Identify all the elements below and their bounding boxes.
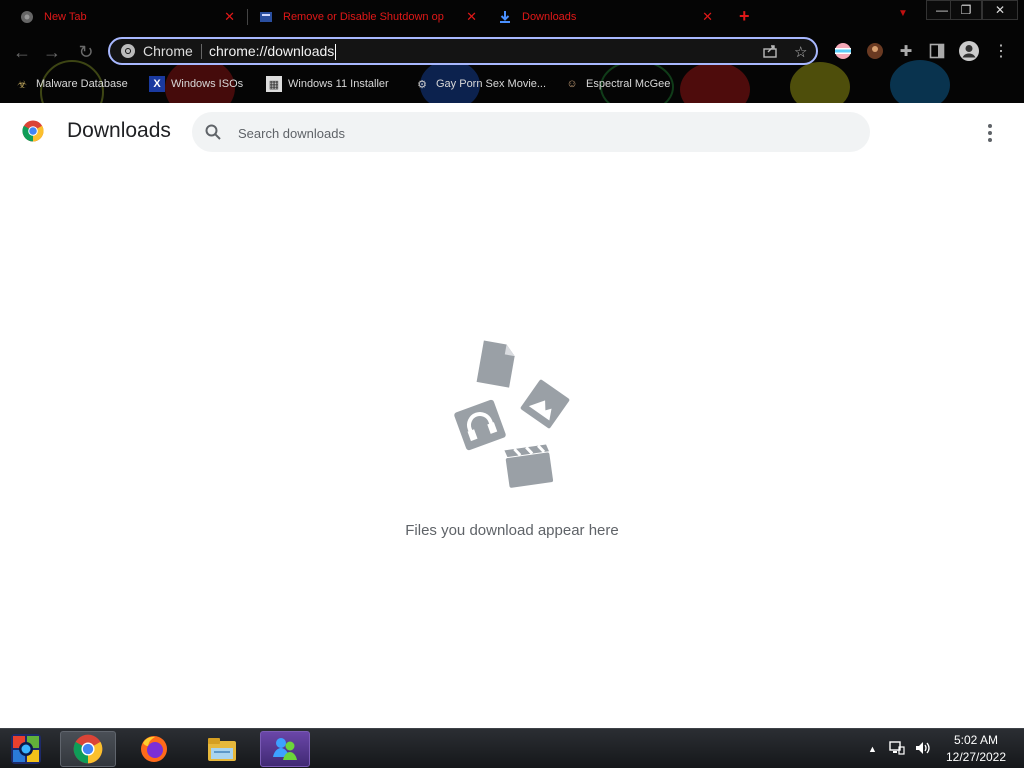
tab-remove-shutdown[interactable]: Remove or Disable Shutdown op ✕ [259,4,487,30]
close-window-button[interactable]: ✕ [982,0,1018,20]
bookmark-label: Malware Database [36,78,128,90]
close-tab-icon[interactable]: ✕ [702,9,713,25]
page-icon [259,10,273,24]
download-icon [498,10,512,24]
taskbar-firefox[interactable] [128,731,180,767]
tab-strip: New Tab ✕ Remove or Disable Shutdown op … [0,0,1024,34]
folder-icon [208,738,236,761]
clock-time: 5:02 AM [953,733,999,747]
menu-dot [988,138,992,142]
clock-date: 12/27/2022 [945,750,1007,764]
side-panel-icon[interactable] [926,40,948,62]
tab-title: Remove or Disable Shutdown op [283,11,444,23]
extensions-puzzle-icon[interactable]: ✚ [895,40,917,62]
bookmark-label: Espectral McGee [586,78,671,90]
bookmark-label: Windows 11 Installer [288,78,389,90]
malware-icon: ☣ [17,78,27,91]
downloads-page: Downloads Search downloads Files you dow… [0,103,1024,728]
tab-search-chevron-icon[interactable]: ▼ [898,8,908,19]
chrome-menu-icon[interactable]: ⋮ [990,40,1012,62]
tab-downloads[interactable]: Downloads ✕ [498,4,723,30]
chrome-logo-icon [73,734,103,764]
volume-icon[interactable] [915,741,931,758]
profile-flag-icon[interactable] [832,40,854,62]
search-input[interactable] [236,120,840,146]
text-caret [335,44,337,61]
show-hidden-icons-icon[interactable]: ▲ [868,744,877,754]
url-value: chrome://downloads [209,43,335,59]
chrome-logo-icon [22,120,44,142]
bookmarks-bar: ☣ Malware Database X Windows ISOs ▦ Wind… [0,72,1024,96]
bookmark-espectral-mcgee[interactable]: ☺ Espectral McGee [564,76,670,92]
new-tab-button[interactable]: + [739,6,750,27]
tab-new-tab[interactable]: New Tab ✕ [20,4,245,30]
start-orb-icon [11,734,41,764]
chrome-icon [120,43,136,59]
taskbar-messenger[interactable] [260,731,310,767]
installer-icon: ▦ [266,76,282,92]
taskbar-file-explorer[interactable] [196,731,248,767]
profile-avatar-icon[interactable] [958,40,980,62]
site-chip-label: Chrome [143,43,193,59]
network-icon[interactable] [889,740,905,758]
back-arrow-icon[interactable]: ← [10,40,34,64]
messenger-buddies-icon [273,738,297,760]
more-actions-menu-icon[interactable] [980,121,1000,145]
reload-icon[interactable]: ↻ [74,40,98,64]
search-downloads-box[interactable] [192,112,870,152]
bookmark-label: Gay Porn Sex Movie... [436,78,547,90]
empty-downloads-illustration-icon [454,340,570,488]
firefox-icon [141,736,167,762]
close-tab-icon[interactable]: ✕ [466,9,477,25]
search-icon [205,124,221,140]
tab-title: Downloads [522,11,577,23]
x-logo-icon: X [149,76,165,92]
taskbar-chrome[interactable] [60,731,116,767]
bookmark-star-icon[interactable]: ☆ [794,43,807,61]
menu-dot [988,124,992,128]
restore-button[interactable]: ❐ [950,0,982,20]
url-text[interactable]: chrome://downloads [209,43,337,61]
forward-arrow-icon[interactable]: → [40,40,64,64]
bookmark-site-4[interactable]: ⚙ Gay Porn Sex Movie... [414,76,546,92]
tab-title: New Tab [44,11,87,23]
close-tab-icon[interactable]: ✕ [224,9,235,25]
taskbar-clock[interactable]: 5:02 AM 12/27/2022 [936,732,1016,766]
bookmark-windows-11-installer[interactable]: ▦ Windows 11 Installer [266,76,389,92]
empty-state-message: Files you download appear here [405,522,619,539]
system-tray: ▲ [868,729,931,769]
chrome-icon [20,10,34,24]
start-button[interactable] [2,731,50,767]
browser-frame: New Tab ✕ Remove or Disable Shutdown op … [0,0,1024,103]
address-bar[interactable]: Chrome chrome://downloads ☆ [108,37,818,65]
site-chip[interactable]: Chrome [120,43,193,59]
bookmark-windows-isos[interactable]: X Windows ISOs [149,76,243,92]
tab-separator [247,9,248,25]
share-icon[interactable] [762,43,778,63]
bookmark-label: Windows ISOs [171,78,244,90]
page-title: Downloads [67,119,171,142]
bookmark-malware-database[interactable]: ☣ Malware Database [14,76,128,92]
menu-dot [988,131,992,135]
site-icon: ⚙ [417,78,427,91]
taskbar: ▲ 5:02 AM 12/27/2022 [0,728,1024,768]
address-separator [201,44,202,59]
site-icon: ☺ [566,78,578,90]
extension-avatar-icon[interactable] [864,40,886,62]
